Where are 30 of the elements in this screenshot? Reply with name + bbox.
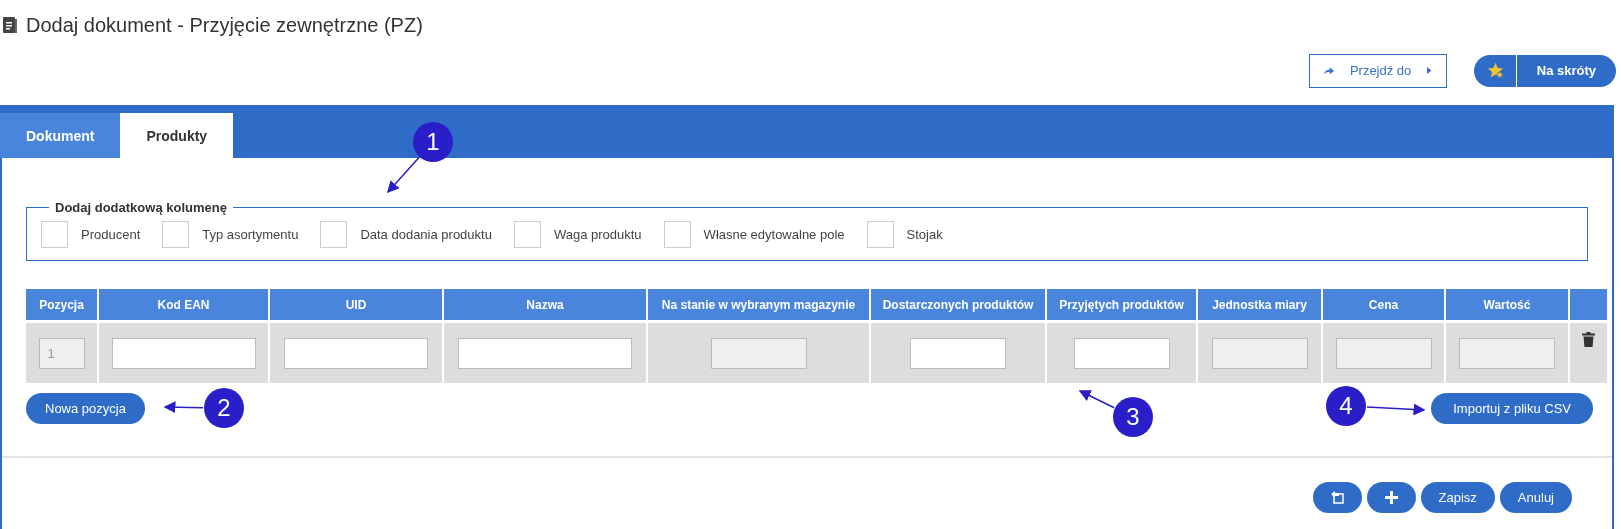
column-header: Cena bbox=[1323, 289, 1444, 323]
checkbox-label: Data dodania produktu bbox=[360, 227, 492, 242]
checkbox-label: Producent bbox=[81, 227, 141, 242]
footer-button[interactable]: Zapisz bbox=[1420, 482, 1495, 513]
column-header: Kod EAN bbox=[99, 289, 268, 323]
callout-number: 3 bbox=[1113, 397, 1153, 437]
checkbox-label: Waga produktu bbox=[553, 227, 642, 242]
column-header: Nazwa bbox=[444, 289, 646, 323]
column-header: Pozycja bbox=[26, 289, 97, 323]
new-row-button[interactable]: Nowa pozycja bbox=[26, 393, 145, 424]
checkbox-label: Typ asortymentu bbox=[202, 227, 299, 242]
tab[interactable]: Dokument bbox=[0, 113, 121, 158]
column-header: Przyjętych produktów bbox=[1047, 289, 1196, 323]
checkbox-label: Własne edytowalne pole bbox=[703, 227, 845, 242]
column-header: Na stanie w wybranym magazynie bbox=[648, 289, 869, 323]
import-csv-button[interactable]: Importuj z pliku CSV bbox=[1431, 393, 1593, 424]
position-field[interactable]: 1 bbox=[38, 337, 85, 369]
footer-button[interactable]: Anuluj bbox=[1499, 482, 1572, 513]
group-legend: Dodaj dodatkową kolumenę bbox=[49, 200, 233, 215]
checkbox-label: Stojak bbox=[906, 227, 943, 242]
page-title: Dodaj dokument - Przyjęcie zewnętrzne (PZ) bbox=[26, 13, 423, 37]
shortcuts-button[interactable]: Na skróty bbox=[1473, 54, 1616, 87]
goto-button[interactable]: Przejdź do bbox=[1308, 53, 1447, 88]
column-header: Jednostka miary bbox=[1198, 289, 1321, 323]
column-header: UID bbox=[270, 289, 442, 323]
column-header: Dostarczonych produktów bbox=[871, 289, 1045, 323]
callout-number: 2 bbox=[204, 388, 244, 428]
callout-number: 4 bbox=[1326, 386, 1366, 426]
column-header: Wartość bbox=[1446, 289, 1568, 323]
tab[interactable]: Produkty bbox=[120, 113, 234, 158]
